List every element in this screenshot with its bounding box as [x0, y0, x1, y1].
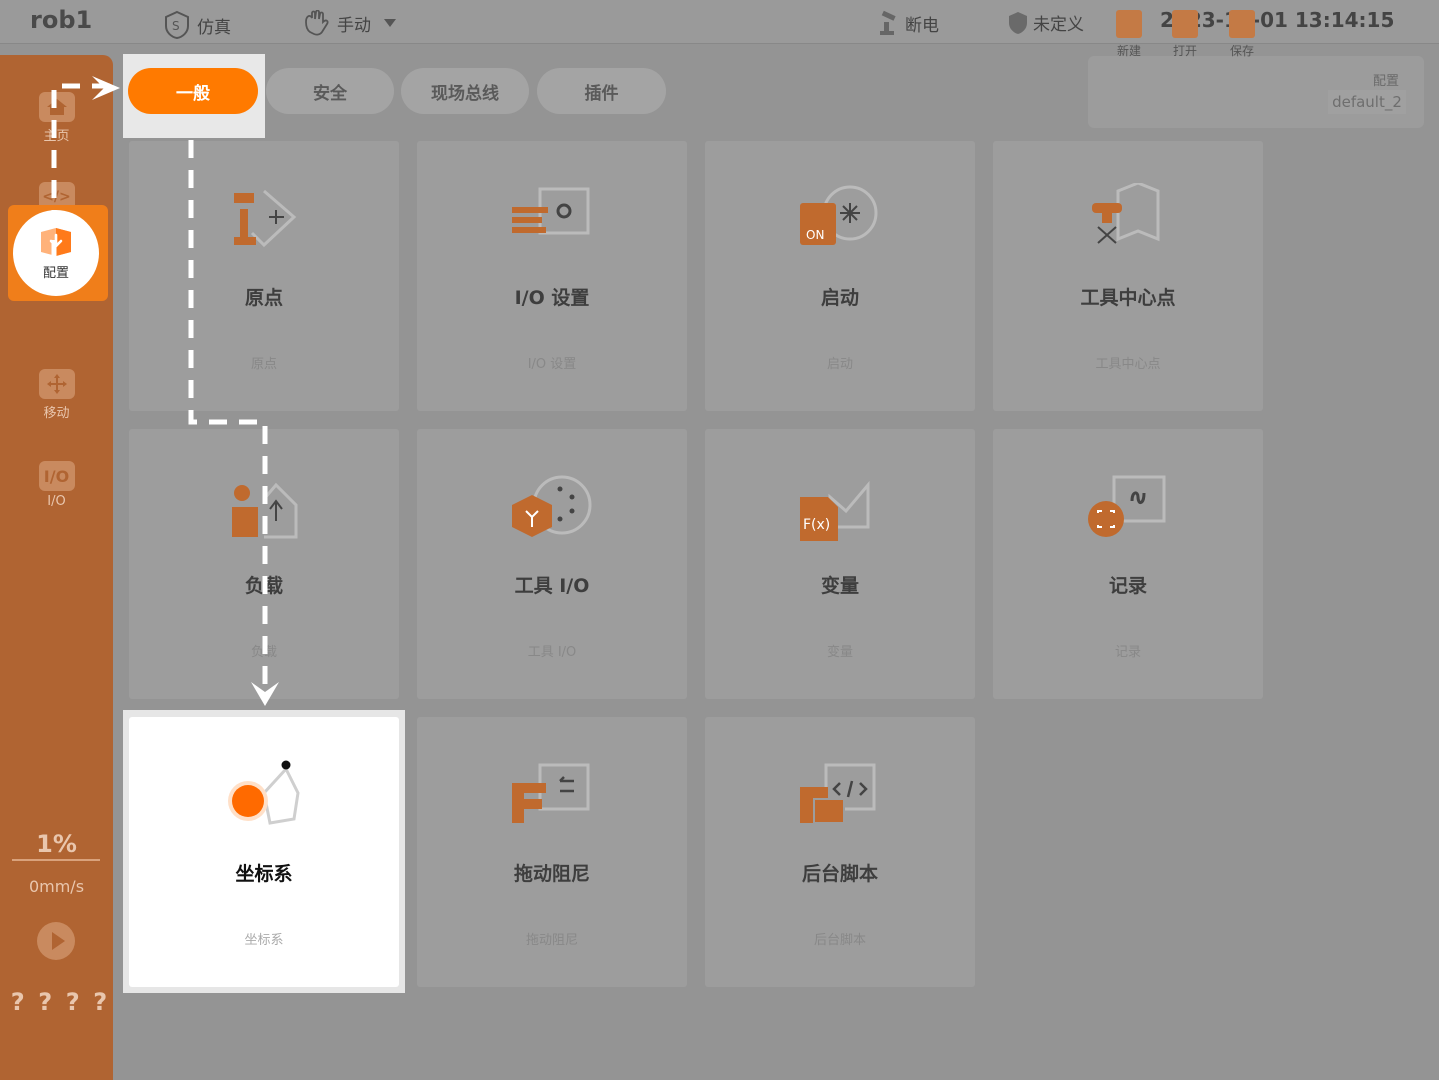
card-subtitle: 原点	[250, 357, 277, 372]
card-title: 工具中心点	[1080, 287, 1176, 309]
io-glyph: I/O	[43, 466, 70, 486]
card-origin[interactable]: 原点 原点	[129, 141, 399, 411]
hand-icon	[302, 10, 332, 36]
tcp-icon	[1088, 181, 1168, 253]
help-mark[interactable]: ?	[11, 988, 25, 1016]
card-subtitle: 工具 I/O	[527, 645, 577, 660]
safety-status[interactable]: 未定义	[1008, 10, 1084, 35]
card-title: I/O 设置	[514, 287, 590, 309]
card-coordinate-system[interactable]: 坐标系 坐标系	[129, 717, 399, 987]
card-subtitle: I/O 设置	[527, 357, 577, 372]
card-title: 启动	[820, 287, 859, 309]
shield-icon	[1008, 11, 1028, 35]
card-title: 拖动阻尼	[513, 863, 590, 885]
open-label: 打开	[1172, 44, 1197, 58]
open-button[interactable]: 打开	[1160, 10, 1210, 59]
card-variables[interactable]: F(x) 变量 变量	[705, 429, 975, 699]
new-button[interactable]: 新建	[1104, 10, 1154, 59]
card-log[interactable]: 记录 记录	[993, 429, 1263, 699]
power-label: 断电	[905, 15, 939, 36]
card-title: 坐标系	[235, 863, 293, 885]
on-label: ON	[806, 228, 824, 242]
card-subtitle: 坐标系	[244, 933, 284, 948]
config-label: 配置	[1373, 74, 1400, 89]
card-title: 后台脚本	[801, 863, 878, 885]
sidebar-item-label: 配置	[42, 266, 69, 281]
speed-value: 0mm/s	[28, 877, 85, 896]
sidebar-item-label: 移动	[43, 406, 70, 421]
startup-icon: ON	[800, 183, 880, 253]
card-subtitle: 负载	[250, 645, 277, 660]
background-script-icon	[800, 759, 880, 829]
card-background-script[interactable]: 后台脚本 后台脚本	[705, 717, 975, 987]
card-subtitle: 变量	[826, 645, 853, 660]
card-title: 负载	[244, 575, 283, 597]
new-label: 新建	[1116, 44, 1141, 58]
help-mark[interactable]: ?	[38, 988, 52, 1016]
log-icon	[1088, 471, 1168, 541]
tab-plugins[interactable]: 插件	[537, 68, 666, 114]
card-subtitle: 后台脚本	[813, 933, 866, 948]
card-title: 记录	[1108, 575, 1147, 597]
speed-divider	[12, 859, 100, 861]
sidebar-item-label: 主页	[43, 129, 70, 144]
save-button[interactable]: 保存	[1217, 10, 1267, 59]
new-file-icon	[1116, 10, 1142, 38]
config-icon	[37, 226, 75, 258]
payload-icon	[224, 471, 304, 541]
power-status[interactable]: 断电	[876, 10, 939, 36]
origin-icon	[224, 183, 304, 253]
sim-label: 仿真	[197, 17, 231, 38]
card-subtitle: 记录	[1114, 645, 1141, 660]
sidebar-item-move[interactable]: 移动	[0, 369, 113, 421]
help-mark[interactable]: ?	[66, 988, 80, 1016]
chevron-down-icon	[384, 13, 396, 33]
code-glyph: </>	[42, 189, 71, 205]
drag-damping-icon	[512, 759, 592, 829]
svg-text:S: S	[172, 19, 180, 33]
card-title: 工具 I/O	[514, 575, 590, 597]
move-icon	[38, 369, 75, 399]
robot-arm-icon	[876, 10, 900, 36]
save-icon	[1229, 10, 1255, 38]
help-mark[interactable]: ?	[93, 988, 107, 1016]
io-settings-icon	[512, 183, 592, 253]
home-icon	[38, 92, 75, 122]
card-subtitle: 启动	[826, 357, 853, 372]
coordinate-icon	[224, 759, 304, 829]
card-payload[interactable]: 负载 负载	[129, 429, 399, 699]
tab-fieldbus[interactable]: 现场总线	[401, 68, 529, 114]
sidebar-item-home[interactable]: 主页	[0, 92, 113, 144]
card-tool-center-point[interactable]: 工具中心点 工具中心点	[993, 141, 1263, 411]
simulation-icon: S	[162, 10, 192, 40]
bottom-status: ? ? ? ?	[4, 988, 114, 1016]
card-startup[interactable]: ON 启动 启动	[705, 141, 975, 411]
card-title: 原点	[244, 287, 283, 309]
mode-label: 手动	[337, 15, 371, 36]
variables-icon: F(x)	[800, 471, 880, 541]
tab-general[interactable]: 一般	[128, 68, 258, 114]
card-drag-damping[interactable]: 拖动阻尼 拖动阻尼	[417, 717, 687, 987]
card-title: 变量	[820, 575, 859, 597]
safety-label: 未定义	[1033, 15, 1084, 35]
tab-safety[interactable]: 安全	[266, 68, 394, 114]
mode-dropdown[interactable]: 手动	[302, 10, 396, 36]
folder-icon	[1172, 10, 1198, 38]
card-subtitle: 工具中心点	[1095, 357, 1161, 372]
sidebar-item-io[interactable]: I/O I/O	[0, 461, 113, 509]
tool-io-icon	[512, 471, 592, 541]
card-tool-io[interactable]: 工具 I/O 工具 I/O	[417, 429, 687, 699]
card-io-settings[interactable]: I/O 设置 I/O 设置	[417, 141, 687, 411]
save-label: 保存	[1229, 44, 1254, 58]
sidebar-item-label: I/O	[47, 494, 66, 509]
play-button[interactable]	[37, 922, 75, 960]
robot-name: rob1	[30, 6, 93, 34]
fx-label: F(x)	[803, 517, 830, 533]
sim-toggle[interactable]: S 仿真	[162, 10, 231, 40]
card-subtitle: 拖动阻尼	[525, 933, 578, 948]
config-name-field[interactable]: default_2	[1328, 90, 1406, 114]
sidebar-item-config[interactable]: 配置	[13, 210, 99, 296]
speed-percent[interactable]: 1%	[0, 830, 113, 858]
io-icon: I/O	[38, 461, 75, 491]
